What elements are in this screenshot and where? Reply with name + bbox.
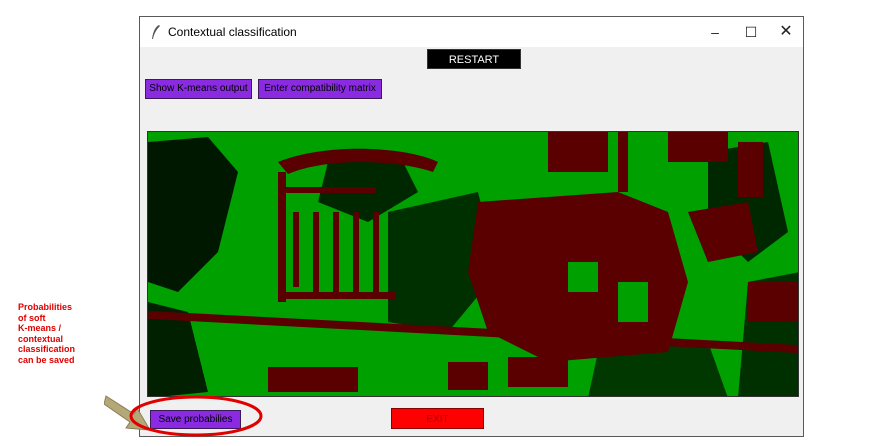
window-title: Contextual classification (168, 25, 297, 39)
highlight-ellipse (129, 395, 263, 437)
classification-map (147, 131, 799, 397)
feather-icon (152, 25, 160, 39)
exit-button[interactable]: EXIT (391, 408, 484, 429)
annotation-text: Probabilities of soft K-means / contextu… (18, 302, 118, 365)
maximize-button[interactable]: ☐ (733, 17, 769, 47)
close-button[interactable]: ✕ (768, 17, 804, 47)
title-bar[interactable]: Contextual classification – ☐ ✕ (140, 17, 803, 47)
minimize-button[interactable]: – (697, 17, 733, 47)
show-kmeans-button[interactable]: Show K-means output (145, 79, 252, 99)
annotation-line: contextual (18, 333, 64, 344)
restart-button[interactable]: RESTART (427, 49, 521, 69)
annotation-line: of soft (18, 312, 46, 323)
annotation-line: K-means / (18, 323, 62, 333)
compatibility-matrix-button[interactable]: Enter compatibility matrix (258, 79, 382, 99)
annotation-line: Probabilities (18, 302, 73, 312)
annotation-line: can be saved (18, 354, 75, 365)
annotation-line: classification (18, 344, 76, 354)
app-window: Contextual classification – ☐ ✕ RESTART … (139, 16, 804, 437)
classification-image (148, 132, 798, 396)
